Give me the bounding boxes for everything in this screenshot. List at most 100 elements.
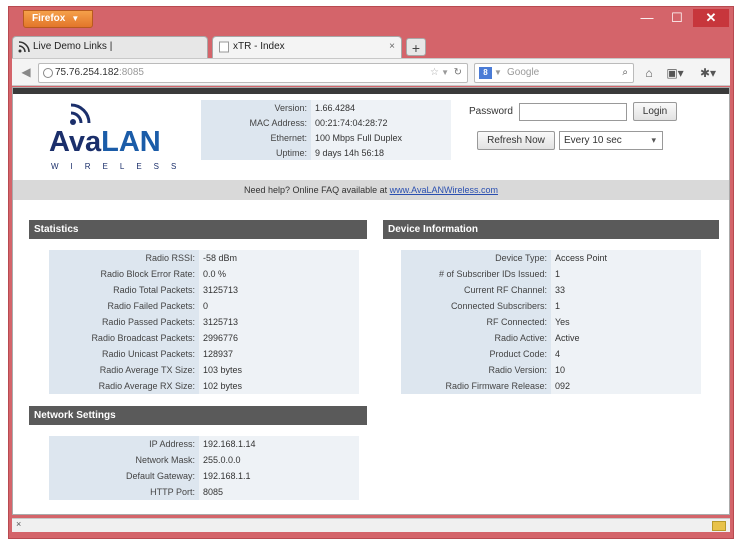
row-value: 102 bytes bbox=[199, 378, 359, 394]
status-bar: × bbox=[12, 518, 730, 532]
row-value: 092 bbox=[551, 378, 701, 394]
url-history-dropdown-icon[interactable]: ▼ bbox=[441, 64, 449, 82]
maximize-button[interactable]: ☐ bbox=[663, 9, 691, 27]
summary-value: 100 Mbps Full Duplex bbox=[311, 130, 451, 145]
table-row: Radio Total Packets: 3125713 bbox=[49, 282, 359, 298]
row-label: Radio Broadcast Packets: bbox=[49, 330, 199, 346]
row-label: Network Mask: bbox=[49, 452, 199, 468]
reload-icon[interactable]: ↻ bbox=[454, 64, 462, 82]
row-value: 4 bbox=[551, 346, 701, 362]
row-label: Radio Unicast Packets: bbox=[49, 346, 199, 362]
faq-link[interactable]: www.AvaLANWireless.com bbox=[390, 185, 498, 195]
summary-row: Ethernet: 100 Mbps Full Duplex bbox=[201, 130, 451, 145]
table-row: Radio Average TX Size: 103 bytes bbox=[49, 362, 359, 378]
row-value: Yes bbox=[551, 314, 701, 330]
row-label: Radio Block Error Rate: bbox=[49, 266, 199, 282]
home-icon[interactable]: ⌂ bbox=[640, 65, 658, 81]
row-value: 255.0.0.0 bbox=[199, 452, 359, 468]
summary-label: Ethernet: bbox=[201, 130, 311, 145]
new-tab-button[interactable]: + bbox=[406, 38, 426, 56]
row-value: 8085 bbox=[199, 484, 359, 500]
row-label: IP Address: bbox=[49, 436, 199, 452]
addons-icon[interactable]: ✱▾ bbox=[696, 65, 720, 81]
row-label: Radio Version: bbox=[401, 362, 551, 378]
tab-label: xTR - Index bbox=[233, 41, 285, 52]
row-value: 1 bbox=[551, 266, 701, 282]
row-value: 0.0 % bbox=[199, 266, 359, 282]
statistics-table: Radio RSSI: -58 dBm Radio Block Error Rate… bbox=[49, 250, 359, 394]
table-row: Radio RSSI: -58 dBm bbox=[49, 250, 359, 266]
table-row: # of Subscriber IDs Issued: 1 bbox=[401, 266, 701, 282]
summary-value: 9 days 14h 56:18 bbox=[311, 145, 451, 160]
row-value: 103 bytes bbox=[199, 362, 359, 378]
table-row: Radio Active: Active bbox=[401, 330, 701, 346]
search-bar[interactable]: 8 ▼ Google ⌕ bbox=[474, 63, 634, 83]
row-label: Radio RSSI: bbox=[49, 250, 199, 266]
table-row: IP Address: 192.168.1.14 bbox=[49, 436, 359, 452]
login-button[interactable]: Login bbox=[633, 102, 677, 121]
summary-row: Version: 1.66.4284 bbox=[201, 100, 451, 115]
row-value: 1 bbox=[551, 298, 701, 314]
row-label: Radio Total Packets: bbox=[49, 282, 199, 298]
table-row: Connected Subscribers: 1 bbox=[401, 298, 701, 314]
table-row: Current RF Channel: 33 bbox=[401, 282, 701, 298]
summary-label: MAC Address: bbox=[201, 115, 311, 130]
table-row: Radio Passed Packets: 3125713 bbox=[49, 314, 359, 330]
title-bar: Firefox ▼ — ☐ ✕ bbox=[9, 7, 733, 33]
refresh-interval-select[interactable]: Every 10 sec ▾ bbox=[559, 131, 663, 150]
address-bar[interactable]: 75.76.254.182:8085 ☆ ▼ ↻ bbox=[38, 63, 468, 83]
row-label: Device Type: bbox=[401, 250, 551, 266]
table-row: Device Type: Access Point bbox=[401, 250, 701, 266]
rss-icon bbox=[18, 41, 30, 53]
globe-icon bbox=[43, 68, 53, 78]
refresh-now-button[interactable]: Refresh Now bbox=[477, 131, 555, 150]
device-information-table: Device Type: Access Point # of Subscriber … bbox=[401, 250, 701, 394]
row-value: 0 bbox=[199, 298, 359, 314]
row-label: HTTP Port: bbox=[49, 484, 199, 500]
firefox-menu-label: Firefox bbox=[32, 13, 66, 24]
page-icon bbox=[219, 41, 229, 53]
tab-bar: Live Demo Links | xTR - Index × + bbox=[12, 34, 728, 58]
minimize-button[interactable]: — bbox=[633, 9, 661, 27]
table-row: Radio Version: 10 bbox=[401, 362, 701, 378]
close-statusbar-icon[interactable]: × bbox=[16, 519, 21, 529]
close-tab-icon[interactable]: × bbox=[389, 37, 395, 57]
bookmark-star-icon[interactable]: ☆ bbox=[430, 64, 439, 82]
firefox-menu-button[interactable]: Firefox ▼ bbox=[23, 10, 93, 28]
page-content: AvaLAN WIRELESS Version: 1.66.4284 MAC Ad… bbox=[12, 87, 730, 515]
device-summary-table: Version: 1.66.4284 MAC Address: 00:21:74:0… bbox=[201, 100, 451, 160]
back-arrow-icon[interactable]: ◀ bbox=[17, 63, 35, 81]
help-banner: Need help? Online FAQ available at www.A… bbox=[13, 180, 729, 200]
summary-value: 00:21:74:04:28:72 bbox=[311, 115, 451, 130]
password-label: Password bbox=[469, 106, 513, 117]
table-row: Product Code: 4 bbox=[401, 346, 701, 362]
refresh-interval-value: Every 10 sec bbox=[564, 135, 622, 146]
row-value: 192.168.1.14 bbox=[199, 436, 359, 452]
search-icon[interactable]: ⌕ bbox=[622, 64, 628, 82]
row-label: Product Code: bbox=[401, 346, 551, 362]
notification-icon[interactable] bbox=[712, 521, 726, 531]
table-row: RF Connected: Yes bbox=[401, 314, 701, 330]
search-engine-dropdown-icon[interactable]: ▼ bbox=[494, 64, 502, 82]
wireless-waves-icon bbox=[70, 103, 91, 125]
password-field[interactable] bbox=[519, 103, 627, 121]
logo-text-lan: LAN bbox=[101, 126, 161, 158]
help-text: Need help? Online FAQ available at bbox=[244, 185, 390, 195]
row-value: 10 bbox=[551, 362, 701, 378]
bookmarks-menu-icon[interactable]: ▣▾ bbox=[664, 65, 686, 81]
top-band bbox=[13, 88, 729, 94]
summary-row: Uptime: 9 days 14h 56:18 bbox=[201, 145, 451, 160]
close-window-button[interactable]: ✕ bbox=[693, 9, 729, 27]
table-row: Radio Failed Packets: 0 bbox=[49, 298, 359, 314]
network-settings-table: IP Address: 192.168.1.14 Network Mask: 255.… bbox=[49, 436, 359, 500]
table-row: Radio Average RX Size: 102 bytes bbox=[49, 378, 359, 394]
table-row: Radio Unicast Packets: 128937 bbox=[49, 346, 359, 362]
row-value: 3125713 bbox=[199, 314, 359, 330]
statistics-header: Statistics bbox=[29, 220, 367, 239]
url-host: 75.76.254.182 bbox=[55, 67, 119, 78]
row-label: Radio Firmware Release: bbox=[401, 378, 551, 394]
tab-live-demo-links[interactable]: Live Demo Links | bbox=[12, 36, 208, 58]
tab-xtr-index[interactable]: xTR - Index × bbox=[212, 36, 402, 58]
row-label: Radio Average RX Size: bbox=[49, 378, 199, 394]
chevron-down-icon: ▾ bbox=[651, 135, 656, 145]
